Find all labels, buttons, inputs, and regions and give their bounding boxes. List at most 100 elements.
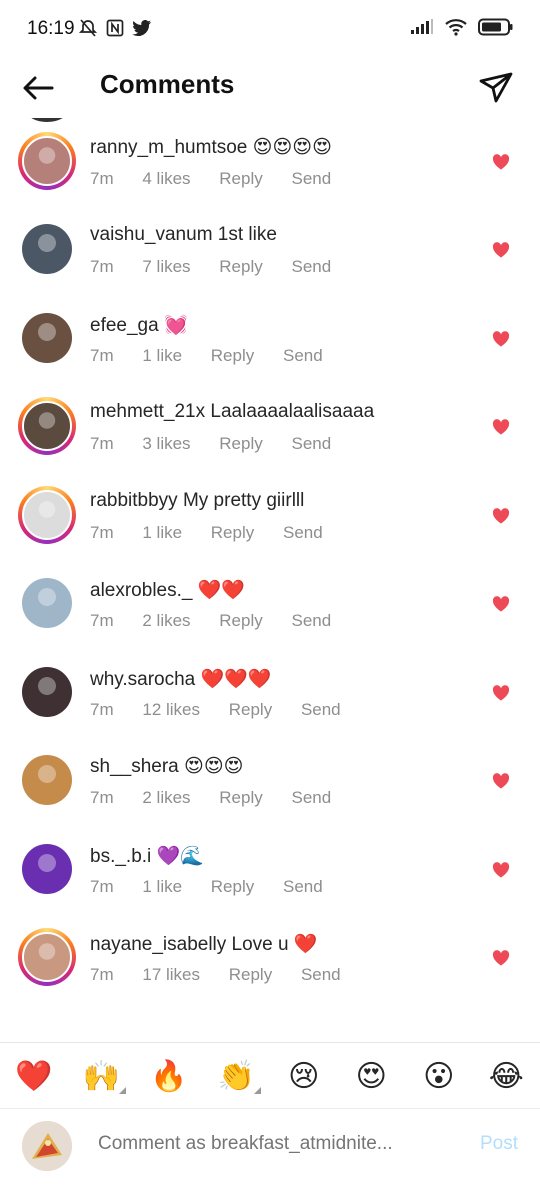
heart-icon[interactable] [492, 862, 510, 878]
status-time: 16:19 [27, 18, 75, 39]
emoji-option[interactable]: 🙌 [76, 1059, 127, 1094]
commenter-avatar[interactable] [18, 397, 76, 455]
send-button[interactable]: Send [291, 434, 331, 453]
comment-username[interactable]: rabbitbbyy [90, 490, 178, 511]
emoji-option[interactable]: 👏 [211, 1059, 262, 1094]
comments-list[interactable]: ranny_m_humtsoe 😍😍😍😍 7m 4 likes Reply Se… [0, 118, 540, 1042]
post-button[interactable]: Post [480, 1133, 518, 1155]
emoji-option[interactable]: ❤️ [9, 1059, 59, 1094]
avatar-image [22, 844, 72, 894]
reply-button[interactable]: Reply [229, 700, 272, 719]
comment-meta: 7m 2 likes Reply Send [90, 788, 355, 808]
commenter-avatar[interactable] [18, 486, 76, 544]
heart-icon[interactable] [492, 419, 510, 435]
comment-likes[interactable]: 1 like [142, 523, 182, 542]
commenter-avatar[interactable] [18, 309, 76, 367]
comment-likes[interactable]: 2 likes [142, 788, 190, 807]
send-button[interactable]: Send [291, 611, 331, 630]
comment-row: nayane_isabelly Love u ❤️ 7m 17 likes Re… [0, 920, 540, 1008]
comment-username[interactable]: mehmett_21x [90, 401, 205, 422]
reply-button[interactable]: Reply [219, 434, 262, 453]
send-button[interactable]: Send [301, 965, 341, 984]
comment-body: Laalaaaalaalisaaaa [205, 401, 375, 422]
comment-meta: 7m 1 like Reply Send [90, 877, 347, 897]
comment-time: 7m [90, 877, 114, 896]
comment-likes[interactable]: 1 like [142, 346, 182, 365]
send-button[interactable]: Send [283, 877, 323, 896]
signal-icon [411, 19, 433, 34]
comment-likes[interactable]: 7 likes [142, 257, 190, 276]
comment-meta: 7m 1 like Reply Send [90, 523, 347, 543]
twitter-icon [132, 19, 151, 36]
back-arrow-icon[interactable] [20, 70, 56, 106]
comment-username[interactable]: alexrobles._ [90, 580, 192, 601]
comment-likes[interactable]: 3 likes [142, 434, 190, 453]
comment-body: 💓 [158, 315, 188, 336]
reply-button[interactable]: Reply [219, 169, 262, 188]
comment-username[interactable]: sh__shera [90, 756, 179, 777]
comment-username[interactable]: nayane_isabelly [90, 934, 226, 955]
reply-button[interactable]: Reply [211, 346, 254, 365]
emoji-option[interactable]: 🔥 [144, 1059, 194, 1094]
heart-icon[interactable] [492, 331, 510, 347]
reply-button[interactable]: Reply [219, 788, 262, 807]
emoji-option[interactable]: 😮 [414, 1059, 464, 1094]
heart-icon[interactable] [492, 242, 510, 258]
commenter-avatar[interactable] [18, 928, 76, 986]
emoji-option[interactable]: 😂 [481, 1059, 531, 1094]
send-button[interactable]: Send [283, 346, 323, 365]
avatar-image [22, 224, 72, 274]
comment-likes[interactable]: 17 likes [142, 965, 200, 984]
comment-meta: 7m 12 likes Reply Send [90, 700, 365, 720]
heart-icon[interactable] [492, 950, 510, 966]
send-button[interactable]: Send [283, 523, 323, 542]
commenter-avatar[interactable] [18, 663, 76, 721]
commenter-avatar[interactable] [18, 220, 76, 278]
comment-username[interactable]: vaishu_vanum [90, 224, 213, 245]
comment-row: why.sarocha ❤️❤️❤️ 7m 12 likes Reply Sen… [0, 655, 540, 743]
comment-meta: 7m 7 likes Reply Send [90, 257, 355, 277]
comment-time: 7m [90, 611, 114, 630]
comment-username[interactable]: bs._.b.i [90, 846, 151, 867]
commenter-avatar[interactable] [18, 751, 76, 809]
reply-button[interactable]: Reply [211, 523, 254, 542]
comment-time: 7m [90, 169, 114, 188]
comment-username[interactable]: ranny_m_humtsoe [90, 137, 247, 158]
avatar-image [22, 136, 72, 186]
comment-row: efee_ga 💓 7m 1 like Reply Send [0, 301, 540, 389]
comment-username[interactable]: why.sarocha [90, 669, 195, 690]
commenter-avatar[interactable] [18, 574, 76, 632]
send-button[interactable]: Send [301, 700, 341, 719]
comment-likes[interactable]: 12 likes [142, 700, 200, 719]
send-button[interactable]: Send [291, 257, 331, 276]
comment-likes[interactable]: 2 likes [142, 611, 190, 630]
send-button[interactable]: Send [291, 169, 331, 188]
heart-icon[interactable] [492, 685, 510, 701]
reply-button[interactable]: Reply [219, 611, 262, 630]
comment-input[interactable] [98, 1133, 418, 1155]
comment-row: vaishu_vanum 1st like 7m 7 likes Reply S… [0, 212, 540, 300]
reply-button[interactable]: Reply [219, 257, 262, 276]
commenter-avatar[interactable] [18, 840, 76, 898]
comment-likes[interactable]: 1 like [142, 877, 182, 896]
send-button[interactable]: Send [291, 788, 331, 807]
avatar-image [22, 313, 72, 363]
comment-time: 7m [90, 434, 114, 453]
heart-icon[interactable] [492, 154, 510, 170]
comment-composer: Post [0, 1108, 540, 1201]
comment-text: sh__shera 😍😍😍 [90, 755, 243, 778]
commenter-avatar[interactable] [18, 132, 76, 190]
emoji-option[interactable]: 😢 [279, 1059, 329, 1094]
emoji-quick-bar: ❤️ 🙌 🔥 👏 😢 😍 😮 😂 [0, 1042, 540, 1109]
comment-likes[interactable]: 4 likes [142, 169, 190, 188]
heart-icon[interactable] [492, 596, 510, 612]
comment-username[interactable]: efee_ga [90, 315, 159, 336]
heart-icon[interactable] [492, 773, 510, 789]
emoji-option[interactable]: 😍 [346, 1059, 396, 1094]
direct-share-icon[interactable] [478, 70, 514, 106]
status-left-icons [78, 18, 152, 38]
reply-button[interactable]: Reply [211, 877, 254, 896]
heart-icon[interactable] [492, 508, 510, 524]
reply-button[interactable]: Reply [229, 965, 272, 984]
comment-time: 7m [90, 523, 114, 542]
